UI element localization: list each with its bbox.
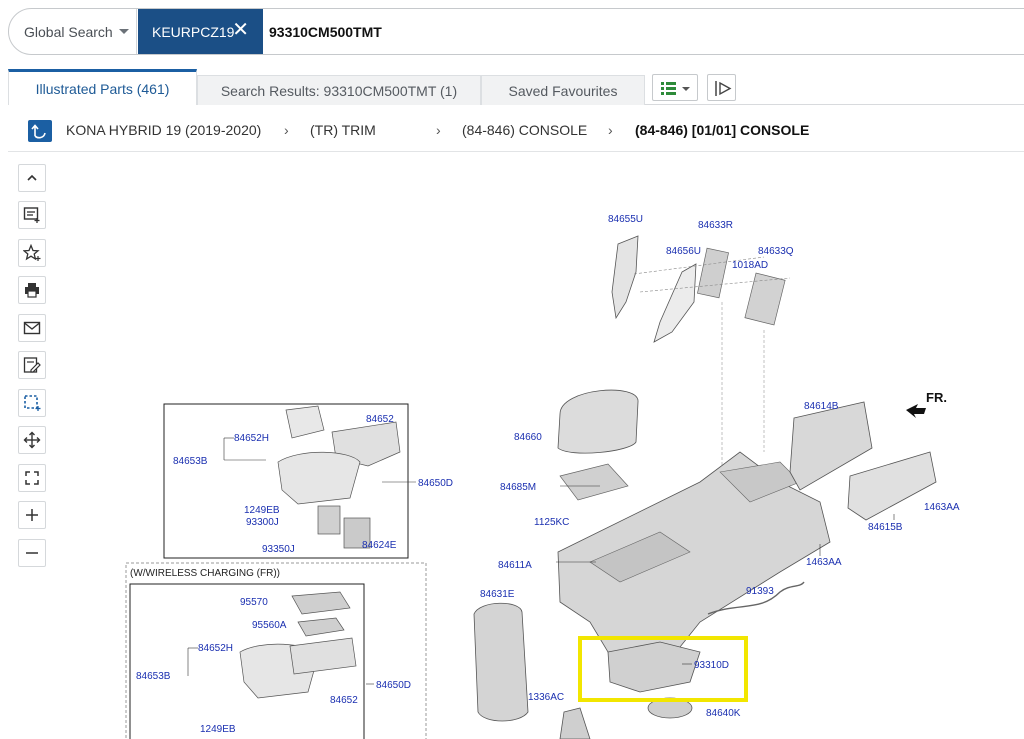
breadcrumb-home-icon[interactable] <box>28 120 52 142</box>
list-view-icon <box>661 82 690 95</box>
part-label[interactable]: 84611A <box>498 560 532 571</box>
tab-illustrated-parts-label: Illustrated Parts (461) <box>35 80 170 97</box>
app-window: Global Search KEURPCZ19 ✕ 93310CM500TMT … <box>0 0 1024 739</box>
star-add-icon <box>23 244 41 261</box>
tab-search-results-label: Search Results: 93310CM500TMT (1) <box>220 82 458 99</box>
direction-arrow-icon <box>906 404 926 418</box>
part-shape-84656u <box>653 263 697 343</box>
print-button[interactable] <box>18 276 46 304</box>
scroll-up-button[interactable] <box>18 164 46 192</box>
part-label[interactable]: 1018AD <box>732 260 768 271</box>
part-label[interactable]: 84633R <box>698 220 733 231</box>
part-label[interactable]: 84652 <box>366 414 394 425</box>
print-icon <box>25 283 39 298</box>
part-label[interactable]: 1125KC <box>534 517 569 528</box>
part-label[interactable]: 1463AA <box>924 502 960 513</box>
collapse-panel-button[interactable] <box>707 74 736 101</box>
part-label[interactable]: 84652H <box>234 433 269 444</box>
breadcrumb-current: (84-846) [01/01] CONSOLE <box>635 122 810 138</box>
part-shape-84660 <box>557 389 639 454</box>
note-add-icon <box>23 207 40 223</box>
part-label[interactable]: 84650D <box>376 680 411 691</box>
part-label[interactable]: 84650D <box>418 478 453 489</box>
part-shape-84633r <box>697 247 729 299</box>
part-label[interactable]: 95560A <box>252 620 287 631</box>
fullscreen-icon <box>25 471 39 485</box>
wireless-charging-label: (W/WIRELESS CHARGING (FR)) <box>130 568 280 579</box>
part-label[interactable]: 84652 <box>330 695 358 706</box>
vehicle-filter-chip[interactable]: KEURPCZ19 ✕ <box>138 9 263 54</box>
caret-down-icon <box>119 29 129 34</box>
part-label[interactable]: 84656U <box>666 246 701 257</box>
part-label[interactable]: 1249EB <box>200 724 236 735</box>
zoom-out-button[interactable] <box>18 539 46 567</box>
pan-button[interactable] <box>18 426 46 454</box>
part-label[interactable]: 84655U <box>608 214 643 225</box>
tab-search-results[interactable]: Search Results: 93310CM500TMT (1) <box>197 75 481 105</box>
part-label[interactable]: 84615B <box>868 522 903 533</box>
part-label[interactable]: 93310D <box>694 660 729 671</box>
part-shape-93310d <box>607 641 701 693</box>
breadcrumb-vehicle[interactable]: KONA HYBRID 19 (2019-2020) <box>66 122 261 138</box>
chevron-right-icon: › <box>608 122 613 138</box>
part-label[interactable]: 93350J <box>262 544 295 555</box>
search-query-input[interactable]: 93310CM500TMT <box>269 9 382 54</box>
search-scope-dropdown[interactable]: Global Search <box>9 9 137 54</box>
add-favourite-button[interactable] <box>18 239 46 267</box>
parts-illustration[interactable]: (W/WIRELESS CHARGING (FR)) FR. 84655U 84… <box>60 152 1024 739</box>
select-area-button[interactable] <box>18 389 46 417</box>
direction-label: FR. <box>926 390 947 405</box>
part-label[interactable]: 84652H <box>198 643 233 654</box>
edit-note-icon <box>23 357 41 373</box>
part-label[interactable]: 91393 <box>746 586 774 597</box>
collapse-panel-icon <box>715 81 732 96</box>
select-area-icon <box>24 395 41 411</box>
part-label[interactable]: 84685M <box>500 482 536 493</box>
part-label[interactable]: 84640K <box>706 708 741 719</box>
list-view-button[interactable] <box>652 74 698 101</box>
chevron-right-icon: › <box>436 122 441 138</box>
part-label[interactable]: 1463AA <box>806 557 842 568</box>
chevron-up-icon <box>27 174 37 181</box>
part-label[interactable]: 84631E <box>480 589 515 600</box>
global-search-bar: Global Search KEURPCZ19 ✕ 93310CM500TMT <box>8 8 1024 55</box>
tab-saved-favourites[interactable]: Saved Favourites <box>481 75 645 105</box>
part-label[interactable]: 93300J <box>246 517 279 528</box>
edit-button[interactable] <box>18 351 46 379</box>
part-label[interactable]: 84633Q <box>758 246 794 257</box>
tab-bar: Illustrated Parts (461) Search Results: … <box>8 69 1024 105</box>
part-shape-84633q <box>744 272 786 326</box>
search-scope-label: Global Search <box>24 23 113 40</box>
email-button[interactable] <box>18 314 46 342</box>
minus-icon <box>26 552 38 554</box>
notes-button[interactable] <box>18 201 46 229</box>
part-label[interactable]: 1249EB <box>244 505 280 516</box>
chevron-right-icon: › <box>284 122 289 138</box>
part-shape-84631e <box>473 602 529 722</box>
close-icon[interactable]: ✕ <box>232 20 249 40</box>
breadcrumb: KONA HYBRID 19 (2019-2020) › (TR) TRIM ›… <box>8 108 1024 152</box>
mail-icon <box>23 321 41 335</box>
part-label[interactable]: 84653B <box>173 456 208 467</box>
part-label[interactable]: 1336AC <box>528 692 564 703</box>
part-label[interactable]: 84624E <box>362 540 397 551</box>
zoom-in-button[interactable] <box>18 501 46 529</box>
part-shape-84615b <box>847 451 937 521</box>
part-label[interactable]: 95570 <box>240 597 268 608</box>
part-label[interactable]: 84653B <box>136 671 171 682</box>
vehicle-chip-label: KEURPCZ19 <box>152 23 235 40</box>
part-label[interactable]: 84660 <box>514 432 542 443</box>
part-shape-84655u <box>611 235 639 320</box>
plus-icon <box>26 509 38 521</box>
part-shape-84685m <box>559 463 629 501</box>
move-icon <box>23 431 41 449</box>
fit-to-screen-button[interactable] <box>18 464 46 492</box>
exploded-view-svg: (W/WIRELESS CHARGING (FR)) FR. 84655U 84… <box>125 214 960 739</box>
breadcrumb-trim[interactable]: (TR) TRIM <box>310 122 376 138</box>
tab-illustrated-parts[interactable]: Illustrated Parts (461) <box>8 69 197 105</box>
breadcrumb-console-group[interactable]: (84-846) CONSOLE <box>462 122 587 138</box>
part-label[interactable]: 84614B <box>804 401 839 412</box>
tab-saved-favourites-label: Saved Favourites <box>508 82 618 99</box>
